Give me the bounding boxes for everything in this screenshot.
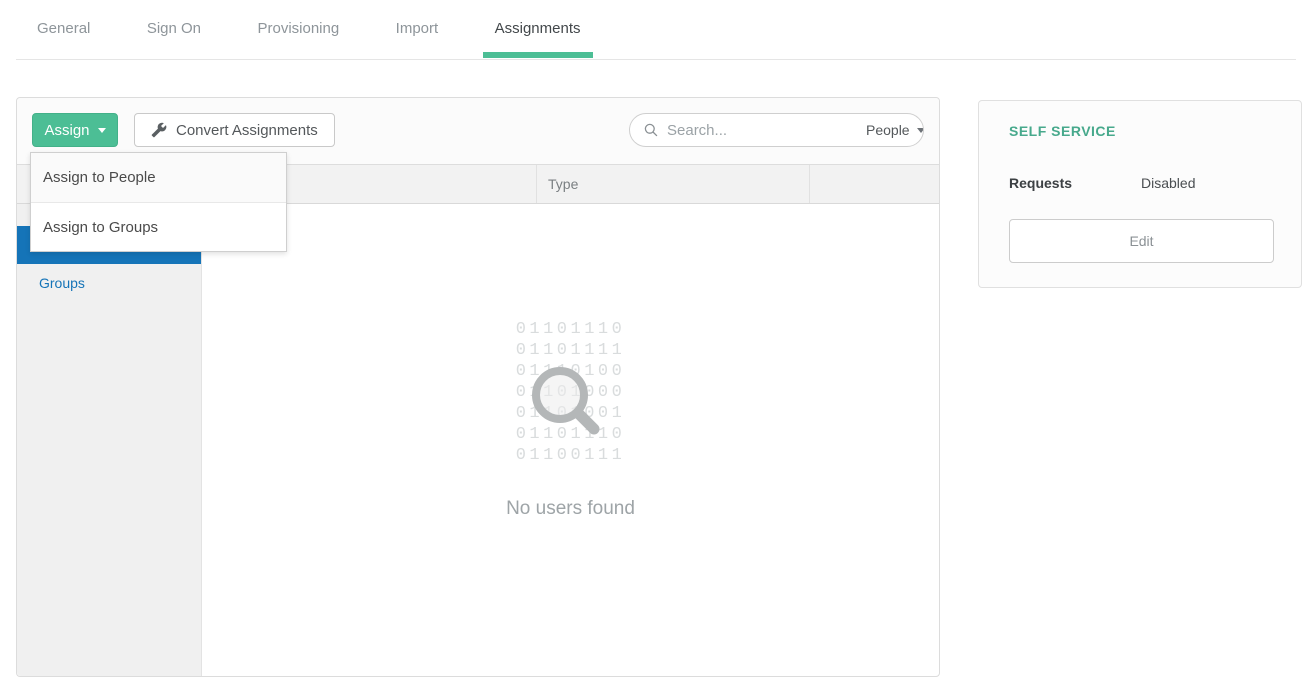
column-divider (809, 165, 810, 203)
self-service-title: SELF SERVICE (1009, 123, 1116, 139)
empty-state-area: 01101110 01101111 01110100 01101000 0110… (202, 204, 939, 676)
binary-row: 01100111 (516, 445, 626, 466)
tab-import[interactable]: Import (384, 0, 451, 57)
search-input[interactable] (667, 122, 866, 139)
empty-state-message: No users found (202, 498, 939, 520)
menu-item-assign-to-people[interactable]: Assign to People (31, 153, 286, 202)
binary-row: 01101110 (516, 319, 626, 340)
requests-value: Disabled (1141, 175, 1195, 191)
assign-button-label: Assign (44, 122, 89, 139)
requests-label: Requests (1009, 175, 1072, 191)
assignment-filter-sidebar: Groups (17, 204, 202, 676)
chevron-down-icon (917, 128, 924, 133)
tab-provisioning[interactable]: Provisioning (245, 0, 351, 57)
convert-assignments-label: Convert Assignments (176, 122, 318, 139)
binary-art: 01101110 01101111 01110100 01101000 0110… (516, 319, 626, 466)
magnifier-icon (524, 359, 610, 445)
convert-assignments-button[interactable]: Convert Assignments (134, 113, 335, 147)
search-filter-dropdown[interactable]: People (866, 114, 924, 146)
assign-button[interactable]: Assign (32, 113, 118, 147)
assign-dropdown-menu: Assign to People Assign to Groups (30, 152, 287, 252)
wrench-icon (151, 122, 167, 138)
binary-row: 01101111 (516, 340, 626, 361)
chevron-down-icon (98, 128, 106, 133)
menu-item-assign-to-groups[interactable]: Assign to Groups (31, 202, 286, 251)
tab-bar: General Sign On Provisioning Import Assi… (16, 0, 1296, 60)
tab-sign-on[interactable]: Sign On (135, 0, 213, 57)
tab-general[interactable]: General (25, 0, 102, 57)
search-pill: People (629, 113, 924, 147)
search-filter-value: People (866, 122, 910, 138)
column-header-type: Type (548, 165, 578, 203)
search-icon (643, 122, 659, 138)
column-divider (536, 165, 537, 203)
search-area (630, 114, 866, 146)
self-service-card: SELF SERVICE Requests Disabled Edit (978, 100, 1302, 288)
app-assignments-page: General Sign On Provisioning Import Assi… (0, 0, 1312, 686)
edit-button[interactable]: Edit (1009, 219, 1274, 263)
tab-assignments[interactable]: Assignments (483, 0, 593, 57)
sidebar-item-groups[interactable]: Groups (17, 264, 201, 302)
